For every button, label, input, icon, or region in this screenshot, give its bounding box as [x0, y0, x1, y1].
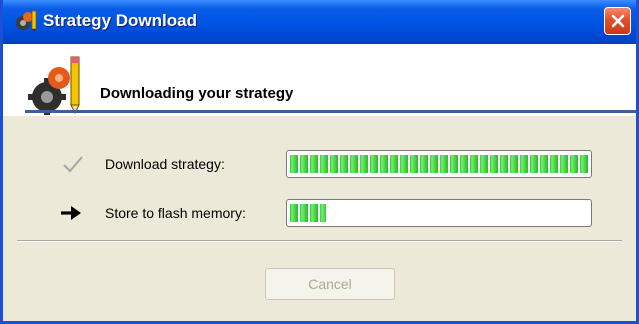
- arrow-right-icon: [61, 206, 81, 220]
- gear-pencil-icon: [16, 10, 37, 32]
- close-button[interactable]: [604, 7, 631, 35]
- header-title: Downloading your strategy: [100, 85, 294, 102]
- header-divider: [25, 110, 636, 113]
- window-title: Strategy Download: [43, 11, 197, 30]
- gears-pencil-icon: [28, 56, 80, 115]
- progress-fill-flash: [290, 204, 326, 222]
- progress-flash: [286, 199, 592, 227]
- title-bar[interactable]: Strategy Download: [3, 0, 636, 44]
- dialog-body: Downloading your strategy Download strat…: [3, 44, 636, 321]
- progress-fill-download: [290, 155, 588, 173]
- progress-download: [286, 150, 592, 178]
- strategy-download-window: Strategy Download Downloading your strat…: [0, 0, 639, 324]
- step-label-download: Download strategy:: [105, 156, 225, 172]
- close-icon: [611, 14, 624, 28]
- header-band: Downloading your strategy: [3, 44, 636, 116]
- step-label-flash: Store to flash memory:: [105, 205, 246, 221]
- separator: [17, 240, 622, 242]
- cancel-button[interactable]: Cancel: [265, 268, 395, 300]
- checkmark-icon: [63, 156, 83, 173]
